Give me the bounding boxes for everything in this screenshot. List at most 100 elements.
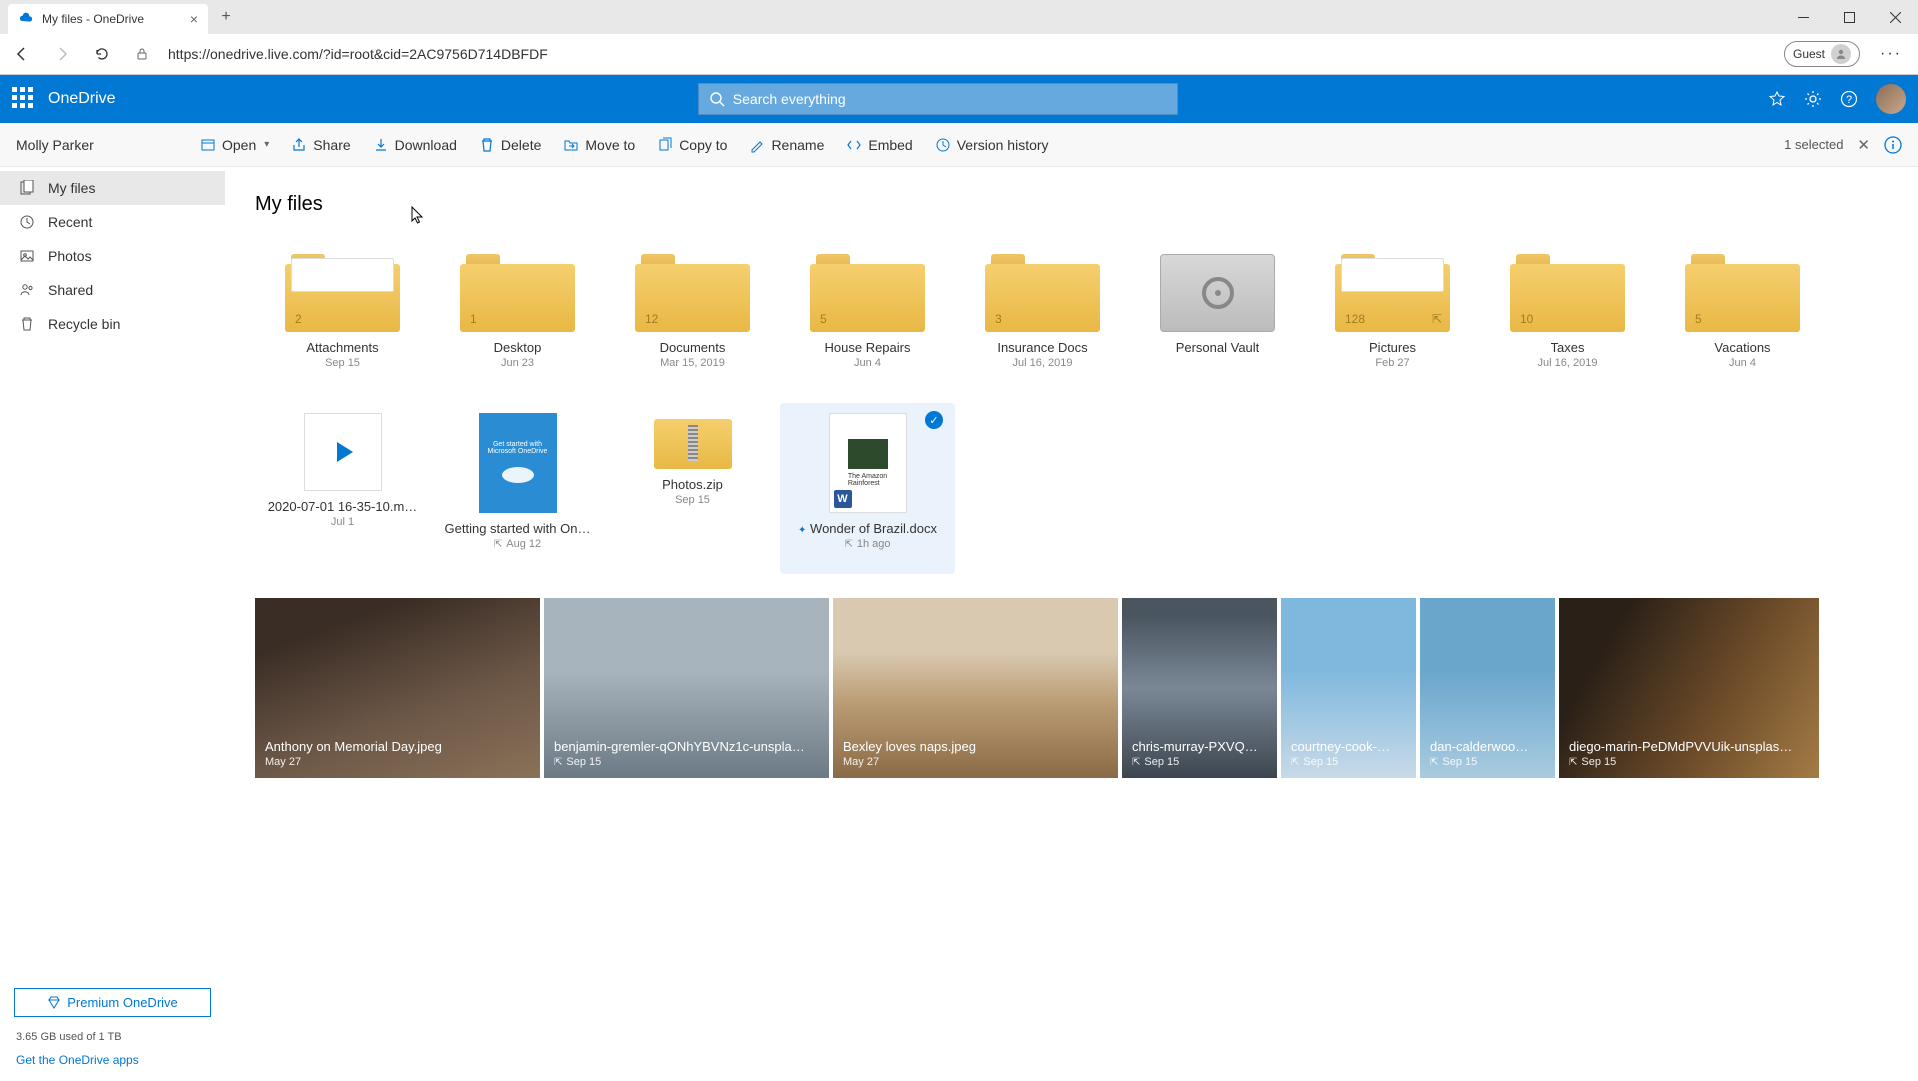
file-date: ⇱ 1h ago bbox=[844, 538, 890, 550]
file-tile[interactable]: ✓The AmazonRainforestW✦ Wonder of Brazil… bbox=[780, 403, 955, 574]
folder-name: Taxes bbox=[1551, 340, 1585, 355]
close-tab-icon[interactable]: × bbox=[190, 11, 198, 27]
shared-icon bbox=[18, 281, 36, 299]
photo-name: benjamin-gremler-qONhYBVNz1c-unspla… bbox=[554, 739, 819, 754]
folder-tile[interactable]: 128⇱ Pictures Feb 27 bbox=[1305, 244, 1480, 393]
folder-tile[interactable]: 2AttachmentsSep 15 bbox=[255, 244, 430, 393]
rename-button[interactable]: Rename bbox=[741, 133, 832, 157]
settings-icon[interactable] bbox=[1804, 90, 1822, 108]
search-input[interactable] bbox=[733, 91, 1167, 107]
tab-title: My files - OneDrive bbox=[42, 12, 144, 26]
folder-name: Attachments bbox=[306, 340, 378, 355]
photo-tile[interactable]: Anthony on Memorial Day.jpegMay 27 bbox=[255, 598, 540, 778]
guest-label: Guest bbox=[1793, 47, 1825, 61]
version-history-button[interactable]: Version history bbox=[927, 133, 1057, 157]
sidenav-photos[interactable]: Photos bbox=[0, 239, 225, 273]
photo-tile[interactable]: courtney-cook-…⇱ Sep 15 bbox=[1281, 598, 1416, 778]
minimize-button[interactable] bbox=[1780, 2, 1826, 32]
folder-date: Jun 23 bbox=[501, 357, 534, 369]
maximize-button[interactable] bbox=[1826, 2, 1872, 32]
folder-date: Jun 4 bbox=[854, 357, 881, 369]
folder-date: Jul 16, 2019 bbox=[1538, 357, 1598, 369]
new-tab-button[interactable]: + bbox=[212, 3, 240, 31]
sidenav-my-files[interactable]: My files bbox=[0, 171, 225, 205]
folder-tile[interactable]: Personal Vault bbox=[1130, 244, 1305, 393]
file-tile[interactable]: Photos.zipSep 15 bbox=[605, 403, 780, 574]
refresh-button[interactable] bbox=[88, 40, 116, 68]
close-window-button[interactable] bbox=[1872, 2, 1918, 32]
folder-name: House Repairs bbox=[825, 340, 911, 355]
folder-tile[interactable]: 10TaxesJul 16, 2019 bbox=[1480, 244, 1655, 393]
info-icon[interactable] bbox=[1884, 136, 1902, 154]
clear-selection-button[interactable]: ✕ bbox=[1857, 136, 1870, 154]
folder-tile[interactable]: 5VacationsJun 4 bbox=[1655, 244, 1830, 393]
browser-menu-button[interactable]: ··· bbox=[1872, 45, 1910, 63]
photo-tile[interactable]: benjamin-gremler-qONhYBVNz1c-unspla…⇱ Se… bbox=[544, 598, 829, 778]
url-field[interactable]: https://onedrive.live.com/?id=root&cid=2… bbox=[168, 46, 1772, 62]
sidenav-shared[interactable]: Shared bbox=[0, 273, 225, 307]
selected-check-icon[interactable]: ✓ bbox=[925, 411, 943, 429]
open-button[interactable]: Open▾ bbox=[192, 133, 277, 157]
forward-button[interactable] bbox=[48, 40, 76, 68]
folder-name: Insurance Docs bbox=[997, 340, 1087, 355]
download-icon bbox=[373, 137, 389, 153]
open-icon bbox=[200, 137, 216, 153]
recent-icon bbox=[18, 213, 36, 231]
photo-tile[interactable]: chris-murray-PXVQ…⇱ Sep 15 bbox=[1122, 598, 1277, 778]
sidenav-recycle-bin[interactable]: Recycle bin bbox=[0, 307, 225, 341]
folder-tile[interactable]: 5House RepairsJun 4 bbox=[780, 244, 955, 393]
command-bar: Molly Parker Open▾ Share Download Delete… bbox=[0, 123, 1918, 167]
move-to-button[interactable]: Move to bbox=[555, 133, 643, 157]
sidenav-recent[interactable]: Recent bbox=[0, 205, 225, 239]
diamond-icon bbox=[47, 996, 61, 1010]
get-apps-link[interactable]: Get the OneDrive apps bbox=[0, 1047, 225, 1081]
photo-row: Anthony on Memorial Day.jpegMay 27benjam… bbox=[255, 598, 1888, 778]
delete-icon bbox=[479, 137, 495, 153]
folder-name: Documents bbox=[660, 340, 726, 355]
photo-date: ⇱ Sep 15 bbox=[1291, 756, 1406, 768]
folder-tile[interactable]: 1DesktopJun 23 bbox=[430, 244, 605, 393]
move-icon bbox=[563, 137, 579, 153]
photo-date: ⇱ Sep 15 bbox=[1132, 756, 1267, 768]
user-name-label: Molly Parker bbox=[16, 137, 186, 153]
delete-button[interactable]: Delete bbox=[471, 133, 549, 157]
doc-thumb-icon: Get started withMicrosoft OneDrive bbox=[479, 413, 557, 513]
back-button[interactable] bbox=[8, 40, 36, 68]
folder-date: Feb 27 bbox=[1375, 357, 1409, 369]
photo-tile[interactable]: dan-calderwoo…⇱ Sep 15 bbox=[1420, 598, 1555, 778]
app-launcher-icon[interactable] bbox=[12, 87, 36, 111]
history-icon bbox=[935, 137, 951, 153]
copy-icon bbox=[657, 137, 673, 153]
folder-name: Pictures bbox=[1369, 340, 1416, 355]
browser-tab[interactable]: My files - OneDrive × bbox=[8, 4, 208, 34]
file-tile[interactable]: 2020-07-01 16-35-10.m…Jul 1 bbox=[255, 403, 430, 574]
file-tile[interactable]: Get started withMicrosoft OneDriveGettin… bbox=[430, 403, 605, 574]
brand-label[interactable]: OneDrive bbox=[48, 90, 116, 108]
file-date: Jul 1 bbox=[331, 516, 354, 528]
folder-tile[interactable]: 3Insurance DocsJul 16, 2019 bbox=[955, 244, 1130, 393]
profile-button[interactable]: Guest bbox=[1784, 41, 1860, 67]
shared-indicator-icon: ⇱ bbox=[1569, 757, 1577, 768]
premium-icon[interactable] bbox=[1768, 90, 1786, 108]
download-button[interactable]: Download bbox=[365, 133, 465, 157]
folder-icon: 128⇱ bbox=[1335, 254, 1450, 332]
vault-icon bbox=[1160, 254, 1275, 332]
files-icon bbox=[18, 179, 36, 197]
copy-to-button[interactable]: Copy to bbox=[649, 133, 735, 157]
shared-indicator-icon: ⇱ bbox=[1132, 757, 1140, 768]
photos-icon bbox=[18, 247, 36, 265]
file-name: Photos.zip bbox=[662, 477, 723, 492]
share-button[interactable]: Share bbox=[283, 133, 358, 157]
premium-button[interactable]: Premium OneDrive bbox=[14, 988, 211, 1017]
shared-indicator-icon: ⇱ bbox=[844, 539, 852, 550]
help-icon[interactable]: ? bbox=[1840, 90, 1858, 108]
photo-tile[interactable]: diego-marin-PeDMdPVVUik-unsplas…⇱ Sep 15 bbox=[1559, 598, 1819, 778]
folder-icon: 5 bbox=[1685, 254, 1800, 332]
folder-tile[interactable]: 12DocumentsMar 15, 2019 bbox=[605, 244, 780, 393]
embed-button[interactable]: Embed bbox=[838, 133, 920, 157]
photo-tile[interactable]: Bexley loves naps.jpegMay 27 bbox=[833, 598, 1118, 778]
user-avatar[interactable] bbox=[1876, 84, 1906, 114]
search-box[interactable] bbox=[698, 83, 1178, 115]
files-grid: 2020-07-01 16-35-10.m…Jul 1Get started w… bbox=[255, 403, 1888, 574]
lock-icon[interactable] bbox=[128, 40, 156, 68]
